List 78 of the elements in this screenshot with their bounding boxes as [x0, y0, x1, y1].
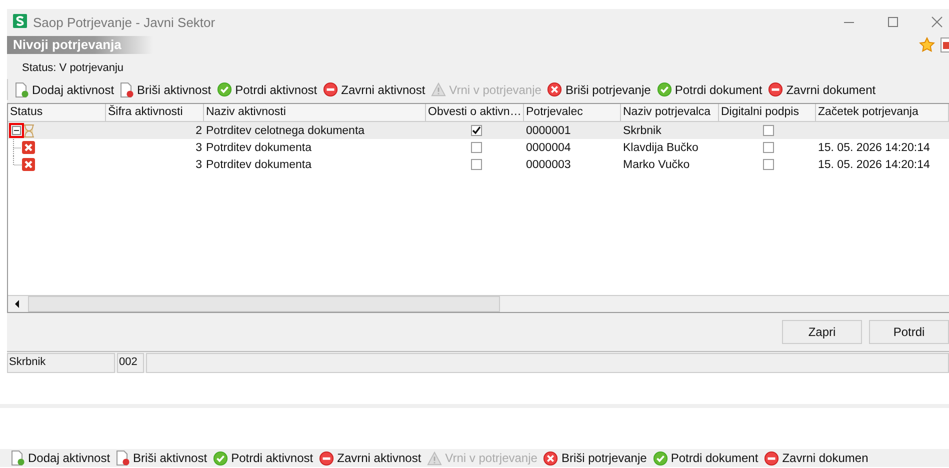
document-icon[interactable]: [940, 37, 949, 53]
checkbox[interactable]: [470, 142, 482, 153]
toolbar-button[interactable]: Briši potrjevanje: [542, 450, 648, 466]
toolbar-button[interactable]: Potrdi aktivnost: [212, 450, 314, 466]
close-icon[interactable]: [931, 16, 943, 28]
column-header[interactable]: Šifra aktivnosti: [106, 104, 204, 121]
column-header[interactable]: Naziv potrjevalca: [621, 104, 719, 121]
document-icon: [11, 450, 25, 466]
toolbar-button[interactable]: Briši aktivnost: [119, 82, 212, 98]
toolbar-button[interactable]: Dodaj aktivnost: [14, 82, 116, 98]
warning-icon: [427, 450, 442, 466]
dialog-button[interactable]: Zapri: [782, 320, 862, 344]
table-cell: 15. 05. 2026 14:20:14: [818, 158, 930, 170]
horizontal-scrollbar[interactable]: [8, 295, 949, 312]
toolbar-button[interactable]: Potrdi dokument: [652, 450, 760, 466]
toolbar-button[interactable]: Zavrni dokument: [767, 82, 877, 97]
checkbox[interactable]: [763, 125, 774, 136]
checkbox[interactable]: [763, 159, 774, 170]
table-cell: 0000004: [526, 142, 571, 154]
checkbox[interactable]: [470, 125, 482, 136]
toolbar-button[interactable]: Zavrni dokumen: [763, 450, 870, 466]
document-icon: [116, 450, 130, 466]
toolbar-button[interactable]: Dodaj aktivnost: [10, 450, 112, 466]
stop-icon: [319, 450, 334, 466]
toolbar-button[interactable]: Potrdi dokument: [656, 82, 764, 97]
table-cell: 2: [196, 124, 202, 136]
check-icon: [656, 82, 672, 97]
star-icon[interactable]: [919, 37, 935, 53]
window-title: Saop Potrjevanje - Javni Sektor: [33, 14, 216, 30]
checkbox[interactable]: [763, 142, 774, 153]
table-cell: 3: [196, 158, 202, 170]
close-icon: [547, 82, 562, 97]
status-label: Status: V potrjevanju: [21, 61, 125, 76]
column-header[interactable]: Naziv aktivnosti: [204, 104, 426, 121]
toolbar-button[interactable]: Zavrni aktivnost: [322, 82, 426, 97]
warning-icon: [431, 82, 446, 97]
panel-header: Nivoji potrjevanja: [7, 36, 153, 54]
toolbar-button[interactable]: Briši aktivnost: [115, 450, 208, 466]
table-cell: Klavdija Bučko: [623, 142, 698, 154]
document-icon: [15, 82, 29, 98]
table-cell: 0000001: [526, 124, 571, 136]
error-icon: [22, 158, 35, 171]
table-row[interactable]: 2 Potrditev celotnega dokumenta 0000001 Skrbnik: [8, 122, 949, 139]
column-header[interactable]: Status: [8, 104, 106, 121]
table-row[interactable]: 3 Potrditev dokumenta 0000004 Klavdija Bučko 15. 05. 2026 14:20:14: [8, 139, 949, 156]
dialog-button[interactable]: Potrdi: [869, 320, 949, 344]
checkbox[interactable]: [470, 159, 482, 170]
toolbar-button[interactable]: Briši potrjevanje: [546, 82, 652, 97]
app-logo-icon: [13, 14, 27, 30]
check-icon: [652, 450, 668, 466]
close-icon: [543, 450, 558, 466]
column-header[interactable]: Obvesti o aktivn…: [426, 104, 524, 121]
check-icon: [213, 450, 228, 466]
column-header[interactable]: Potrjevalec: [524, 104, 621, 121]
column-header[interactable]: Začetek potrjevanja: [816, 104, 949, 121]
hourglass-icon: [23, 124, 35, 138]
table-cell: Marko Vučko: [623, 158, 690, 170]
document-icon: [120, 82, 134, 98]
stop-icon: [764, 450, 780, 466]
collapse-toggle[interactable]: [10, 124, 23, 137]
error-icon: [22, 141, 35, 154]
table-cell: 0000003: [526, 158, 571, 170]
table-cell: Skrbnik: [623, 124, 662, 136]
status-panel: Skrbnik: [7, 353, 115, 373]
table-cell: 3: [196, 142, 202, 154]
toolbar-button[interactable]: Zavrni aktivnost: [318, 450, 422, 466]
toolbar-button[interactable]: Potrdi aktivnost: [216, 82, 318, 97]
table-cell: Potrditev dokumenta: [206, 158, 312, 170]
table-cell: 15. 05. 2026 14:20:14: [818, 142, 930, 154]
stop-icon: [768, 82, 784, 97]
check-icon: [217, 82, 232, 97]
table-row[interactable]: 3 Potrditev dokumenta 0000003 Marko Vučko 15. 05. 2026 14:20:14: [8, 156, 949, 173]
maximize-icon[interactable]: [887, 16, 899, 28]
column-header[interactable]: Digitalni podpis: [719, 104, 816, 121]
stop-icon: [323, 82, 338, 97]
table-cell: Potrditev dokumenta: [206, 142, 312, 154]
table-cell: Potrditev celotnega dokumenta: [206, 124, 365, 136]
status-panel: 002: [117, 353, 144, 373]
